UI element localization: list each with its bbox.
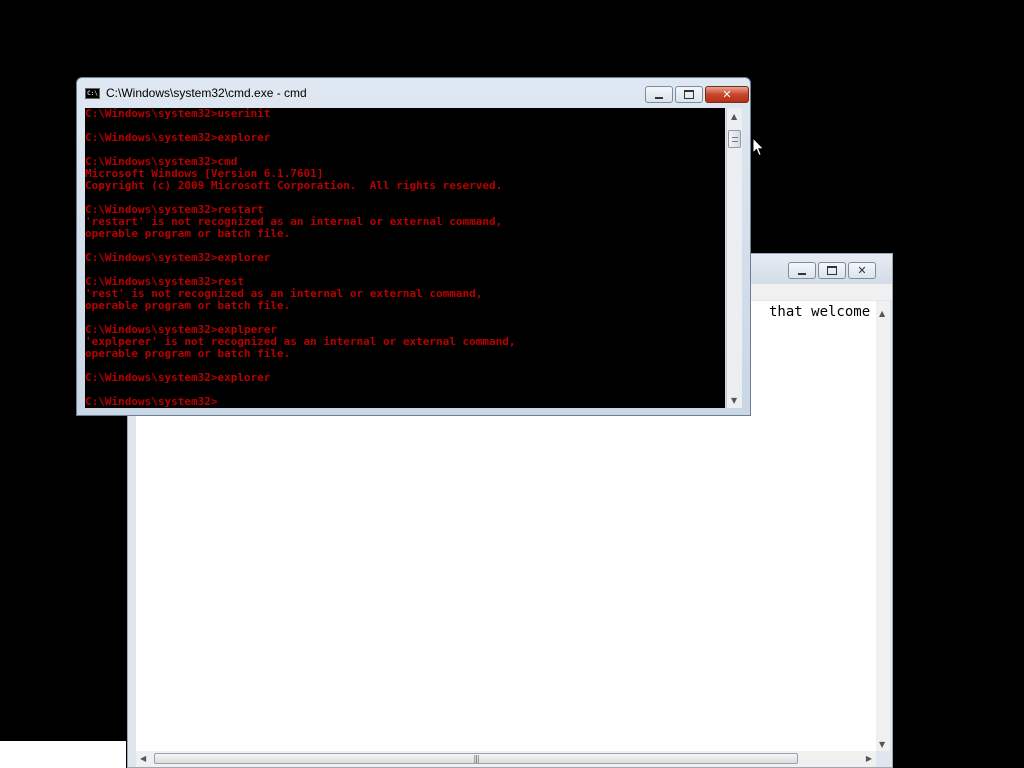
cmd-window-controls: ✕ — [645, 86, 749, 103]
console-line: C:\Windows\system32>explorer — [85, 131, 271, 144]
console-scroll-thumb[interactable] — [728, 130, 741, 148]
console-line: Copyright (c) 2009 Microsoft Corporation… — [85, 179, 503, 192]
cmd-titlebar[interactable]: C:\ C:\Windows\system32\cmd.exe - cmd ✕ — [77, 78, 750, 106]
console-vertical-scrollbar[interactable]: ▲ ▼ — [726, 108, 742, 408]
minimize-icon — [655, 96, 663, 99]
maximize-icon — [827, 266, 837, 275]
console-line: operable program or batch file. — [85, 227, 291, 240]
console-line: operable program or batch file. — [85, 347, 291, 360]
taskbar-fragment — [0, 741, 126, 768]
minimize-button[interactable] — [788, 262, 816, 279]
console-lines: C:\Windows\system32>userinit C:\Windows\s… — [85, 108, 515, 408]
grip-icon: ||| — [473, 754, 479, 763]
minimize-icon — [798, 272, 806, 275]
scroll-down-icon[interactable]: ▼ — [879, 740, 885, 749]
close-button[interactable]: ✕ — [705, 86, 749, 103]
edit-text: that welcome — [769, 304, 871, 320]
close-button[interactable]: ✕ — [848, 262, 876, 279]
console-output[interactable]: C:\Windows\system32>userinit C:\Windows\s… — [85, 108, 725, 408]
scroll-up-icon[interactable]: ▲ — [879, 309, 885, 318]
vertical-scrollbar[interactable]: ▲ ▼ — [876, 301, 890, 751]
scroll-left-icon[interactable]: ◀ — [140, 754, 146, 763]
horizontal-scrollbar[interactable]: ◀ ||| ▶ — [136, 751, 876, 767]
scroll-down-icon[interactable]: ▼ — [731, 396, 737, 405]
close-icon: ✕ — [857, 264, 867, 277]
console-line: C:\Windows\system32>userinit — [85, 108, 271, 120]
console-line: operable program or batch file. — [85, 299, 291, 312]
maximize-button[interactable] — [675, 86, 703, 103]
console-line: C:\Windows\system32>explorer — [85, 251, 271, 264]
window-title: C:\Windows\system32\cmd.exe - cmd — [106, 86, 307, 100]
close-icon: ✕ — [722, 88, 732, 101]
maximize-icon — [684, 90, 694, 99]
console-icon[interactable]: C:\ — [85, 88, 100, 99]
mouse-pointer-icon — [752, 137, 765, 157]
console-line: C:\Windows\system32> — [85, 395, 218, 408]
horizontal-scroll-thumb[interactable]: ||| — [154, 753, 798, 764]
maximize-button[interactable] — [818, 262, 846, 279]
grip-icon — [731, 136, 738, 142]
cmd-window[interactable]: C:\ C:\Windows\system32\cmd.exe - cmd ✕ … — [76, 77, 751, 416]
minimize-button[interactable] — [645, 86, 673, 103]
console-line: C:\Windows\system32>explorer — [85, 371, 271, 384]
scroll-up-icon[interactable]: ▲ — [731, 112, 737, 121]
scroll-right-icon[interactable]: ▶ — [866, 754, 872, 763]
background-window-controls: ✕ — [788, 262, 876, 279]
